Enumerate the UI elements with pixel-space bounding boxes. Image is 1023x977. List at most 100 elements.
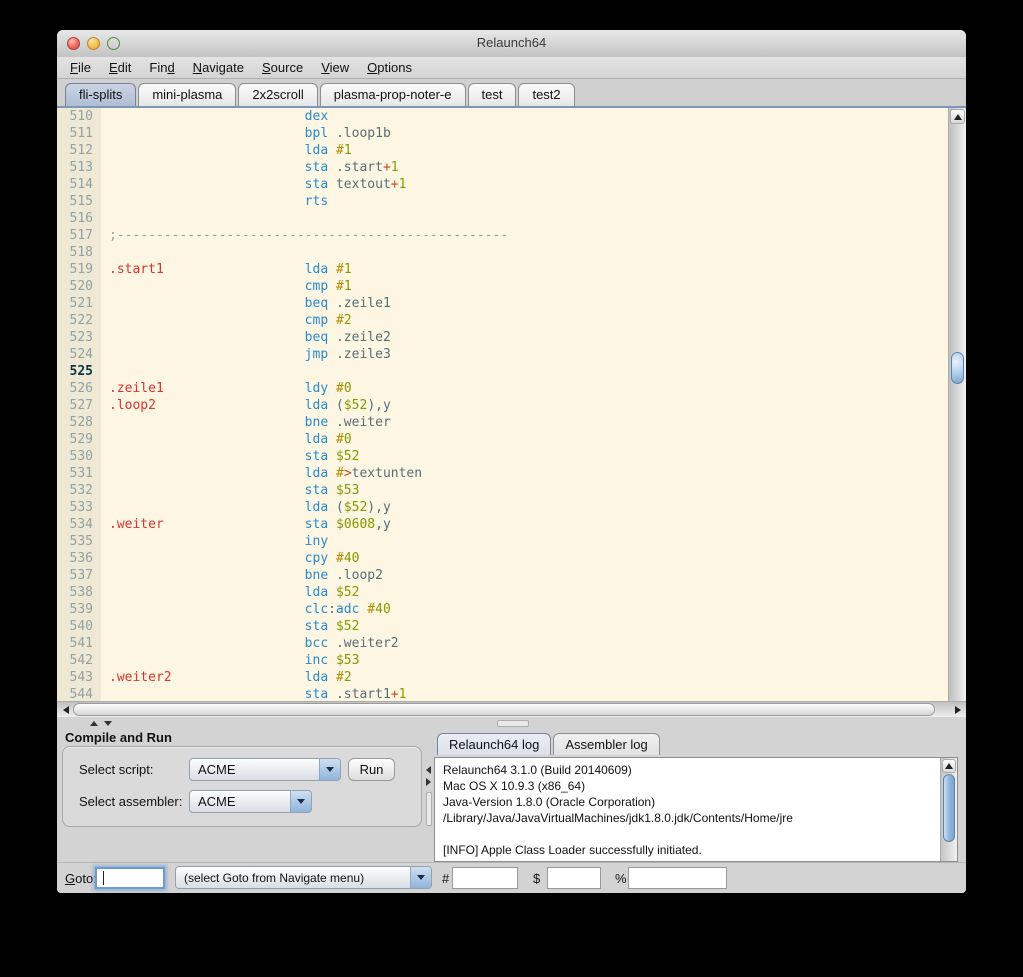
select-assembler-label: Select assembler: — [79, 794, 189, 809]
splitter-collapse-buttons[interactable] — [90, 721, 112, 726]
line-number: 520 — [57, 278, 101, 295]
menu-edit[interactable]: Edit — [100, 60, 140, 75]
code-line: 541 bcc .weiter2 — [57, 635, 948, 652]
line-number: 527 — [57, 397, 101, 414]
goto-bar: Goto: (select Goto from Navigate menu) #… — [57, 862, 966, 893]
line-number: 518 — [57, 244, 101, 261]
code-line: 535 iny — [57, 533, 948, 550]
code-line: 527.loop2 lda ($52),y — [57, 397, 948, 414]
code-line: 528 bne .weiter — [57, 414, 948, 431]
script-select[interactable]: ACME — [189, 758, 341, 781]
log-panel: Relaunch64 logAssembler log Relaunch64 3… — [432, 729, 966, 862]
script-select-value: ACME — [190, 762, 319, 777]
splitter-collapse-buttons[interactable] — [426, 766, 431, 786]
editor-vertical-scrollbar[interactable] — [948, 108, 966, 701]
menu-navigate[interactable]: Navigate — [184, 60, 253, 75]
code-line: 510 dex — [57, 108, 948, 125]
editor-tab-2x2scroll[interactable]: 2x2scroll — [238, 83, 317, 106]
compile-panel-title: Compile and Run — [65, 730, 172, 745]
scroll-up-button[interactable] — [950, 109, 965, 124]
code-line: 525 — [57, 363, 948, 380]
compile-and-run-panel: Compile and Run Select script: ACME Run … — [57, 729, 425, 862]
log-output: Relaunch64 3.1.0 (Build 20140609)Mac OS … — [434, 757, 958, 862]
log-scrollbar-thumb[interactable] — [943, 774, 955, 842]
line-number: 514 — [57, 176, 101, 193]
code-line: 515 rts — [57, 193, 948, 210]
line-number: 533 — [57, 499, 101, 516]
line-number: 524 — [57, 346, 101, 363]
code-line: 524 jmp .zeile3 — [57, 346, 948, 363]
collapse-down-icon — [104, 721, 112, 726]
arrow-up-icon — [954, 114, 962, 120]
line-number: 534 — [57, 516, 101, 533]
code-editor[interactable]: 510 dex511 bpl .loop1b512 lda #1513 sta … — [57, 108, 966, 701]
select-script-label: Select script: — [79, 762, 189, 777]
log-line: Java-Version 1.8.0 (Oracle Corporation) — [443, 794, 932, 810]
decimal-input[interactable] — [452, 867, 518, 889]
menu-file[interactable]: File — [61, 60, 100, 75]
arrow-left-icon — [63, 706, 69, 714]
line-number: 526 — [57, 380, 101, 397]
assembler-select[interactable]: ACME — [189, 790, 312, 813]
editor-tab-fli-splits[interactable]: fli-splits — [65, 83, 136, 106]
compile-panel-body: Select script: ACME Run Select assembler… — [62, 746, 422, 827]
code-line: 529 lda #0 — [57, 431, 948, 448]
code-line: 526.zeile1 ldy #0 — [57, 380, 948, 397]
menu-options[interactable]: Options — [358, 60, 421, 75]
editor-horizontal-scrollbar[interactable] — [57, 701, 966, 717]
scroll-left-button[interactable] — [58, 703, 73, 716]
horizontal-splitter[interactable] — [57, 717, 966, 729]
app-window: Relaunch64 FileEditFindNavigateSourceVie… — [57, 30, 966, 893]
title-bar[interactable]: Relaunch64 — [57, 30, 966, 58]
binary-label: % — [615, 871, 627, 886]
log-tab-relaunch64[interactable]: Relaunch64 log — [437, 733, 551, 755]
vertical-scrollbar-thumb[interactable] — [951, 352, 964, 384]
collapse-right-icon — [426, 778, 431, 786]
editor-tab-plasma-prop-noter-e[interactable]: plasma-prop-noter-e — [320, 83, 466, 106]
run-button[interactable]: Run — [348, 758, 395, 781]
binary-input[interactable] — [628, 867, 727, 889]
editor-tab-mini-plasma[interactable]: mini-plasma — [138, 83, 236, 106]
line-number: 523 — [57, 329, 101, 346]
code-line: 543.weiter2 lda #2 — [57, 669, 948, 686]
line-number: 531 — [57, 465, 101, 482]
editor-tab-test2[interactable]: test2 — [518, 83, 574, 106]
line-number: 516 — [57, 210, 101, 227]
goto-function-select[interactable]: (select Goto from Navigate menu) — [175, 866, 432, 889]
editor-lines[interactable]: 510 dex511 bpl .loop1b512 lda #1513 sta … — [57, 108, 948, 701]
splitter-grip[interactable] — [497, 720, 529, 727]
line-number: 544 — [57, 686, 101, 701]
horizontal-scrollbar-thumb[interactable] — [73, 703, 935, 716]
code-line: 544 sta .start1+1 — [57, 686, 948, 701]
log-tab-assembler[interactable]: Assembler log — [553, 733, 659, 755]
code-line: 536 cpy #40 — [57, 550, 948, 567]
chevron-down-icon — [319, 759, 340, 780]
line-number: 543 — [57, 669, 101, 686]
bottom-panels: Compile and Run Select script: ACME Run … — [57, 729, 966, 862]
editor-tab-test[interactable]: test — [468, 83, 517, 106]
vertical-splitter[interactable] — [425, 729, 432, 862]
scroll-right-button[interactable] — [950, 703, 965, 716]
arrow-up-icon — [945, 763, 953, 769]
code-line: 518 — [57, 244, 948, 261]
hex-input[interactable] — [547, 867, 601, 889]
code-line: 522 cmp #2 — [57, 312, 948, 329]
menu-source[interactable]: Source — [253, 60, 312, 75]
line-number: 535 — [57, 533, 101, 550]
log-line — [443, 826, 932, 842]
goto-input[interactable] — [95, 867, 165, 889]
editor-tab-bar: fli-splitsmini-plasma2x2scrollplasma-pro… — [57, 79, 966, 108]
line-number: 517 — [57, 227, 101, 244]
line-number: 525 — [57, 363, 101, 380]
line-number: 513 — [57, 159, 101, 176]
line-number: 542 — [57, 652, 101, 669]
code-line: 511 bpl .loop1b — [57, 125, 948, 142]
log-line: Relaunch64 3.1.0 (Build 20140609) — [443, 762, 932, 778]
menu-view[interactable]: View — [312, 60, 358, 75]
menu-find[interactable]: Find — [140, 60, 183, 75]
collapse-left-icon — [426, 766, 431, 774]
line-number: 539 — [57, 601, 101, 618]
scroll-up-button[interactable] — [942, 759, 956, 773]
log-scrollbar[interactable] — [940, 758, 957, 861]
code-line: 533 lda ($52),y — [57, 499, 948, 516]
